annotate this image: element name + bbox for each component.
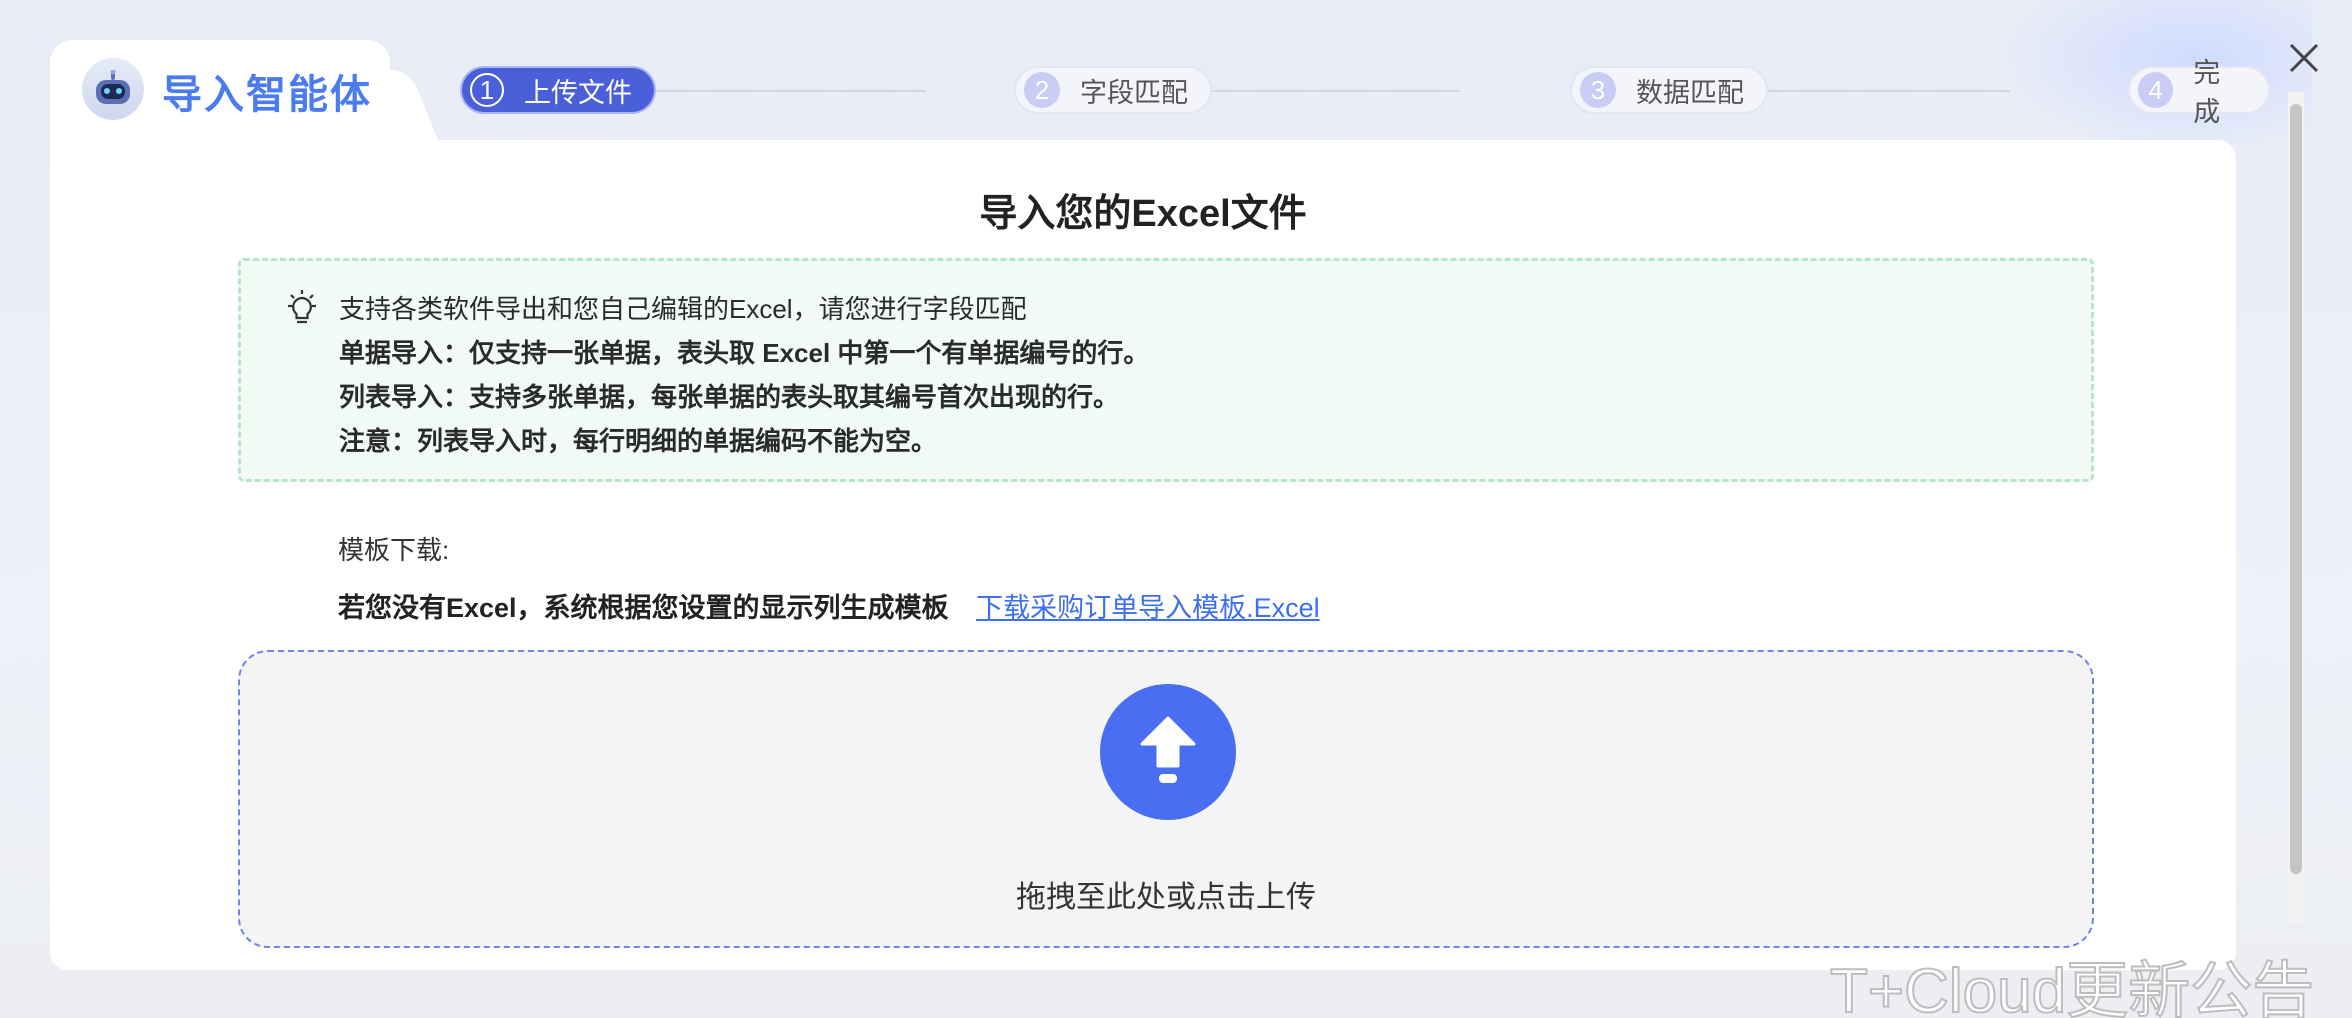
- step-label: 字段匹配: [1080, 77, 1188, 108]
- lightbulb-icon: [285, 289, 319, 332]
- step-connector: [610, 90, 926, 92]
- step-data-match[interactable]: 3 数据匹配: [1570, 66, 1768, 114]
- page-title: 导入您的Excel文件: [979, 193, 1307, 235]
- stepper: 1 上传文件 2 字段匹配 3 数据匹配 4 完成: [410, 58, 2270, 127]
- brand-title: 导入智能体: [162, 73, 372, 117]
- scrollbar-thumb[interactable]: [2290, 104, 2302, 874]
- dropzone-text: 拖拽至此处或点击上传: [1016, 881, 1316, 914]
- notice-box: 支持各类软件导出和您自己编辑的Excel，请您进行字段匹配 单据导入：仅支持一张…: [238, 258, 2094, 482]
- upload-arrow-icon: [1100, 684, 1236, 820]
- watermark-text: T+Cloud更新公告: [1829, 956, 2315, 1018]
- template-hint: 若您没有Excel，系统根据您设置的显示列生成模板: [338, 593, 949, 623]
- notice-line: 列表导入：支持多张单据，每张单据的表头取其编号首次出现的行。: [339, 382, 1120, 412]
- import-agent-modal: 导入智能体 1 上传文件 2 字段匹配 3 数据匹配 4 完成 导入您的Exce…: [50, 40, 2270, 970]
- step-field-match[interactable]: 2 字段匹配: [1014, 66, 1212, 114]
- step-number: 3: [1580, 72, 1616, 108]
- step-upload-file[interactable]: 1 上传文件: [460, 66, 656, 114]
- template-download-label: 模板下载:: [338, 535, 450, 565]
- step-complete[interactable]: 4 完成: [2128, 58, 2270, 127]
- notice-line: 支持各类软件导出和您自己编辑的Excel，请您进行字段匹配: [339, 294, 1027, 324]
- upload-dropzone[interactable]: 拖拽至此处或点击上传: [238, 650, 2094, 948]
- step-number: 4: [2138, 72, 2174, 108]
- download-template-link[interactable]: 下载采购订单导入模板.Excel: [976, 593, 1320, 623]
- notice-line: 注意：列表导入时，每行明细的单据编码不能为空。: [339, 426, 938, 456]
- step-label: 数据匹配: [1636, 77, 1744, 108]
- robot-icon: [82, 58, 144, 120]
- scrollbar[interactable]: [2288, 92, 2304, 922]
- modal-header: 导入智能体 1 上传文件 2 字段匹配 3 数据匹配 4 完成: [50, 40, 2270, 140]
- template-row: 若您没有Excel，系统根据您设置的显示列生成模板 下载采购订单导入模板.Exc…: [338, 586, 1320, 625]
- step-number: 2: [1024, 72, 1060, 108]
- notice-line: 单据导入：仅支持一张单据，表头取 Excel 中第一个有单据编号的行。: [339, 338, 1150, 368]
- modal-content: 导入您的Excel文件 支持各类软件导出和您自己编辑的Excel，请您进行字段匹…: [50, 140, 2236, 970]
- close-icon[interactable]: [2286, 40, 2322, 76]
- notice-text: 支持各类软件导出和您自己编辑的Excel，请您进行字段匹配 单据导入：仅支持一张…: [339, 287, 1149, 463]
- step-label: 完成: [2193, 58, 2221, 127]
- step-label: 上传文件: [524, 77, 632, 108]
- step-number: 1: [470, 73, 504, 107]
